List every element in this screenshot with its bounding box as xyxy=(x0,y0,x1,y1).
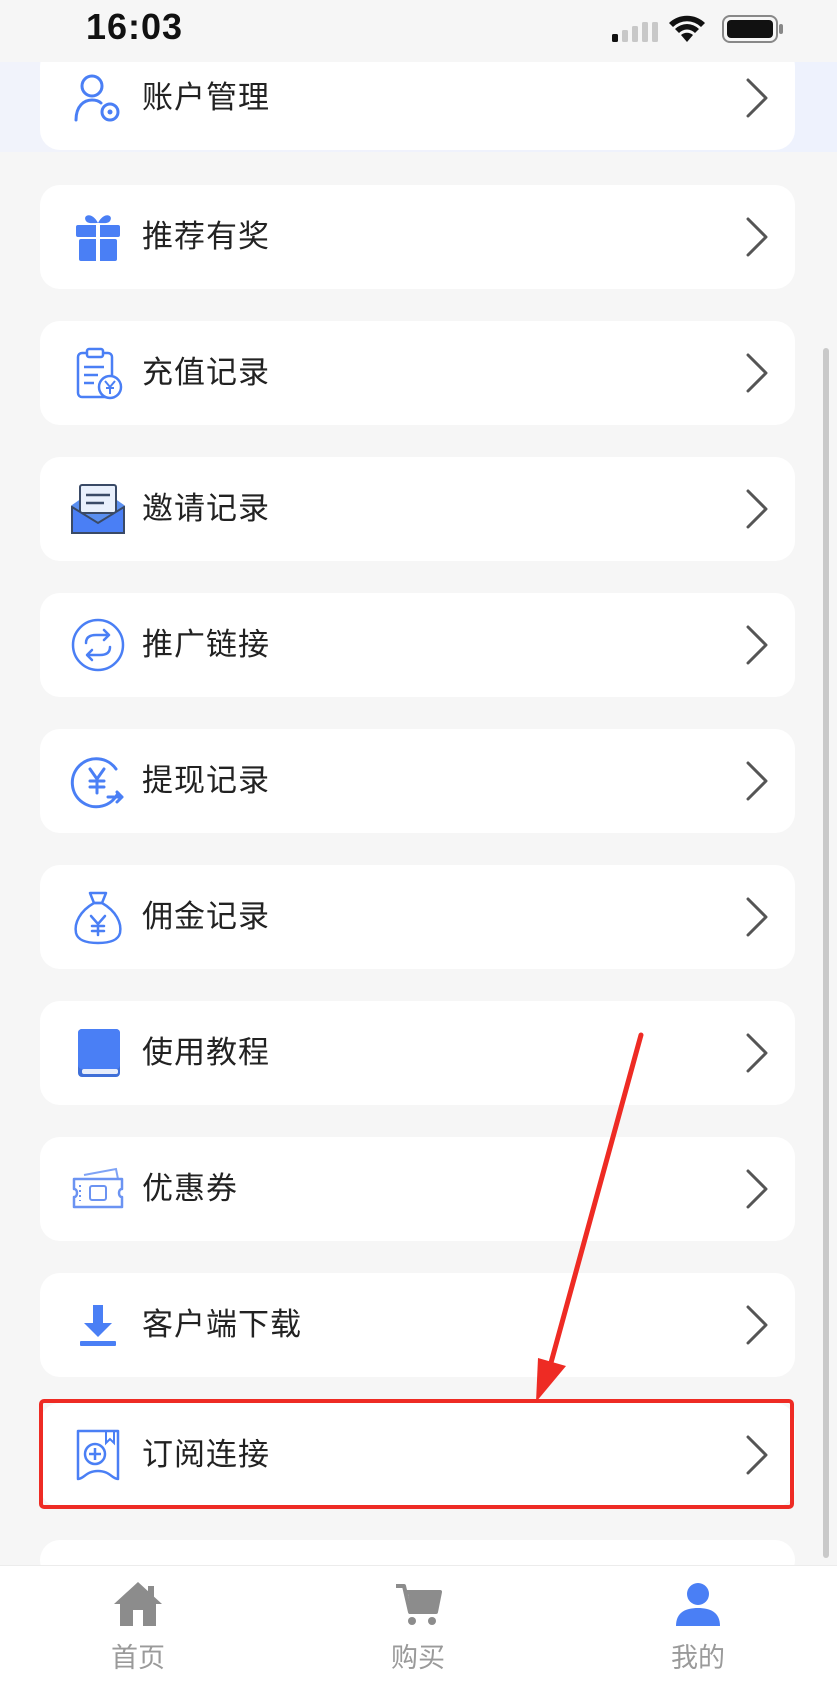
menu-item-tutorial[interactable]: 使用教程 xyxy=(40,1001,795,1105)
book-icon xyxy=(78,1029,120,1077)
tab-label: 我的 xyxy=(671,1643,725,1674)
withdraw-icon xyxy=(70,757,124,809)
menu-item-withdrawal-records[interactable]: 提现记录 xyxy=(40,729,795,833)
user-icon xyxy=(676,1583,720,1626)
battery-icon xyxy=(722,15,783,43)
menu-item-label: 客户端下载 xyxy=(142,1307,302,1343)
tab-buy[interactable]: 购买 xyxy=(318,1566,518,1685)
menu-item-label: 使用教程 xyxy=(142,1035,270,1071)
menu-item-client-download[interactable]: 客户端下载 xyxy=(40,1273,795,1377)
status-time: 16:03 xyxy=(86,6,184,47)
tab-label: 购买 xyxy=(391,1643,445,1674)
tab-bar: 首页 购买 我的 xyxy=(0,1565,837,1685)
user-settings-icon xyxy=(74,74,120,122)
menu-item-label: 推荐有奖 xyxy=(142,219,270,255)
menu-item-label: 佣金记录 xyxy=(142,899,270,935)
menu-item-coupons[interactable]: 优惠券 xyxy=(40,1137,795,1241)
chevron-right-icon xyxy=(746,489,768,529)
wifi-icon xyxy=(669,15,705,42)
menu-item-label: 推广链接 xyxy=(142,627,270,663)
invitation-envelope-icon xyxy=(71,484,125,534)
menu-item-label: 提现记录 xyxy=(142,763,270,799)
download-icon xyxy=(80,1305,116,1346)
menu-item-commission-records[interactable]: 佣金记录 xyxy=(40,865,795,969)
scrollbar[interactable] xyxy=(823,348,829,1558)
tab-mine[interactable]: 我的 xyxy=(598,1566,798,1685)
chevron-right-icon xyxy=(746,897,768,937)
chevron-right-icon xyxy=(746,217,768,257)
signal-icon xyxy=(612,22,658,42)
chevron-right-icon xyxy=(746,625,768,665)
menu-list: 账户管理 推荐有奖 充值记录 邀请记录 推广链接 提现记录 佣金记录 使用教程 … xyxy=(0,0,837,1580)
menu-item-label: 优惠券 xyxy=(142,1171,238,1207)
menu-item-recharge-records[interactable]: 充值记录 xyxy=(40,321,795,425)
chevron-right-icon xyxy=(746,1033,768,1073)
menu-item-invitation-records[interactable]: 邀请记录 xyxy=(40,457,795,561)
chevron-right-icon xyxy=(746,761,768,801)
status-bar: 16:03 xyxy=(0,0,837,62)
menu-item-referral-reward[interactable]: 推荐有奖 xyxy=(40,185,795,289)
tab-home[interactable]: 首页 xyxy=(38,1566,238,1685)
money-bag-icon xyxy=(74,891,122,945)
menu-item-label: 充值记录 xyxy=(142,355,270,391)
promo-link-icon xyxy=(71,618,125,672)
menu-item-label: 邀请记录 xyxy=(142,491,270,527)
highlight-box xyxy=(39,1399,794,1509)
coupon-icon xyxy=(72,1167,124,1209)
chevron-right-icon xyxy=(746,353,768,393)
chevron-right-icon xyxy=(746,1169,768,1209)
recharge-receipt-icon xyxy=(76,347,123,400)
cart-icon xyxy=(396,1584,442,1625)
chevron-right-icon xyxy=(746,78,768,118)
chevron-right-icon xyxy=(746,1305,768,1345)
menu-item-promotion-link[interactable]: 推广链接 xyxy=(40,593,795,697)
gift-icon xyxy=(76,215,120,261)
home-icon xyxy=(114,1582,162,1626)
tab-label: 首页 xyxy=(111,1643,165,1674)
